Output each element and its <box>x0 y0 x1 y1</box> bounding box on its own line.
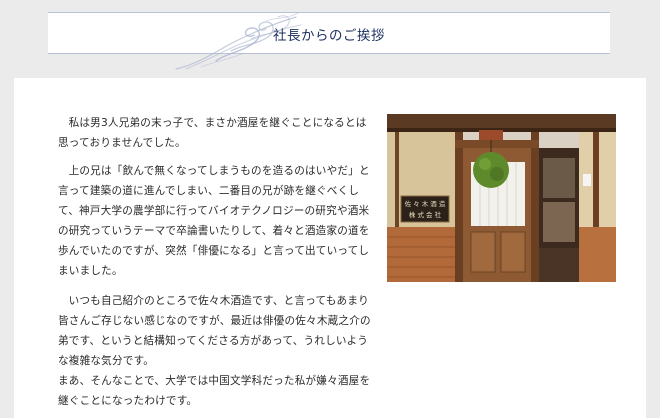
page-title: 社長からのご挨拶 <box>273 28 385 44</box>
paragraph-2: 上の兄は「飲んで無くなってしまうものを造るのはいやだ」と言って建築の道に進んでし… <box>58 165 370 277</box>
greeting-text: 私は男3人兄弟の末っ子で、まさか酒屋を継ぐことになるとは思っておりませんでした。… <box>58 113 376 411</box>
sign-text-1: 佐 々 木 酒 造 <box>405 199 446 208</box>
section-header: 社長からのご挨拶 <box>48 12 610 70</box>
paragraph-4: まあ、そんなことで、大学では中国文学科だった私が嫌々酒屋を継ぐことになったわけで… <box>58 375 371 407</box>
paragraph-3: いつも自己紹介のところで佐々木酒造です、と言ってもあまり皆さんご存じない感じなの… <box>58 295 371 367</box>
sign-text-2: 株 式 会 社 <box>409 210 442 219</box>
paragraph-1: 私は男3人兄弟の末っ子で、まさか酒屋を継ぐことになるとは思っておりませんでした。 <box>58 117 367 149</box>
brewery-entrance-photo: 佐 々 木 酒 造 株 式 会 社 <box>387 114 616 282</box>
greeting-card: 私は男3人兄弟の末っ子で、まさか酒屋を継ぐことになるとは思っておりませんでした。… <box>14 78 646 418</box>
